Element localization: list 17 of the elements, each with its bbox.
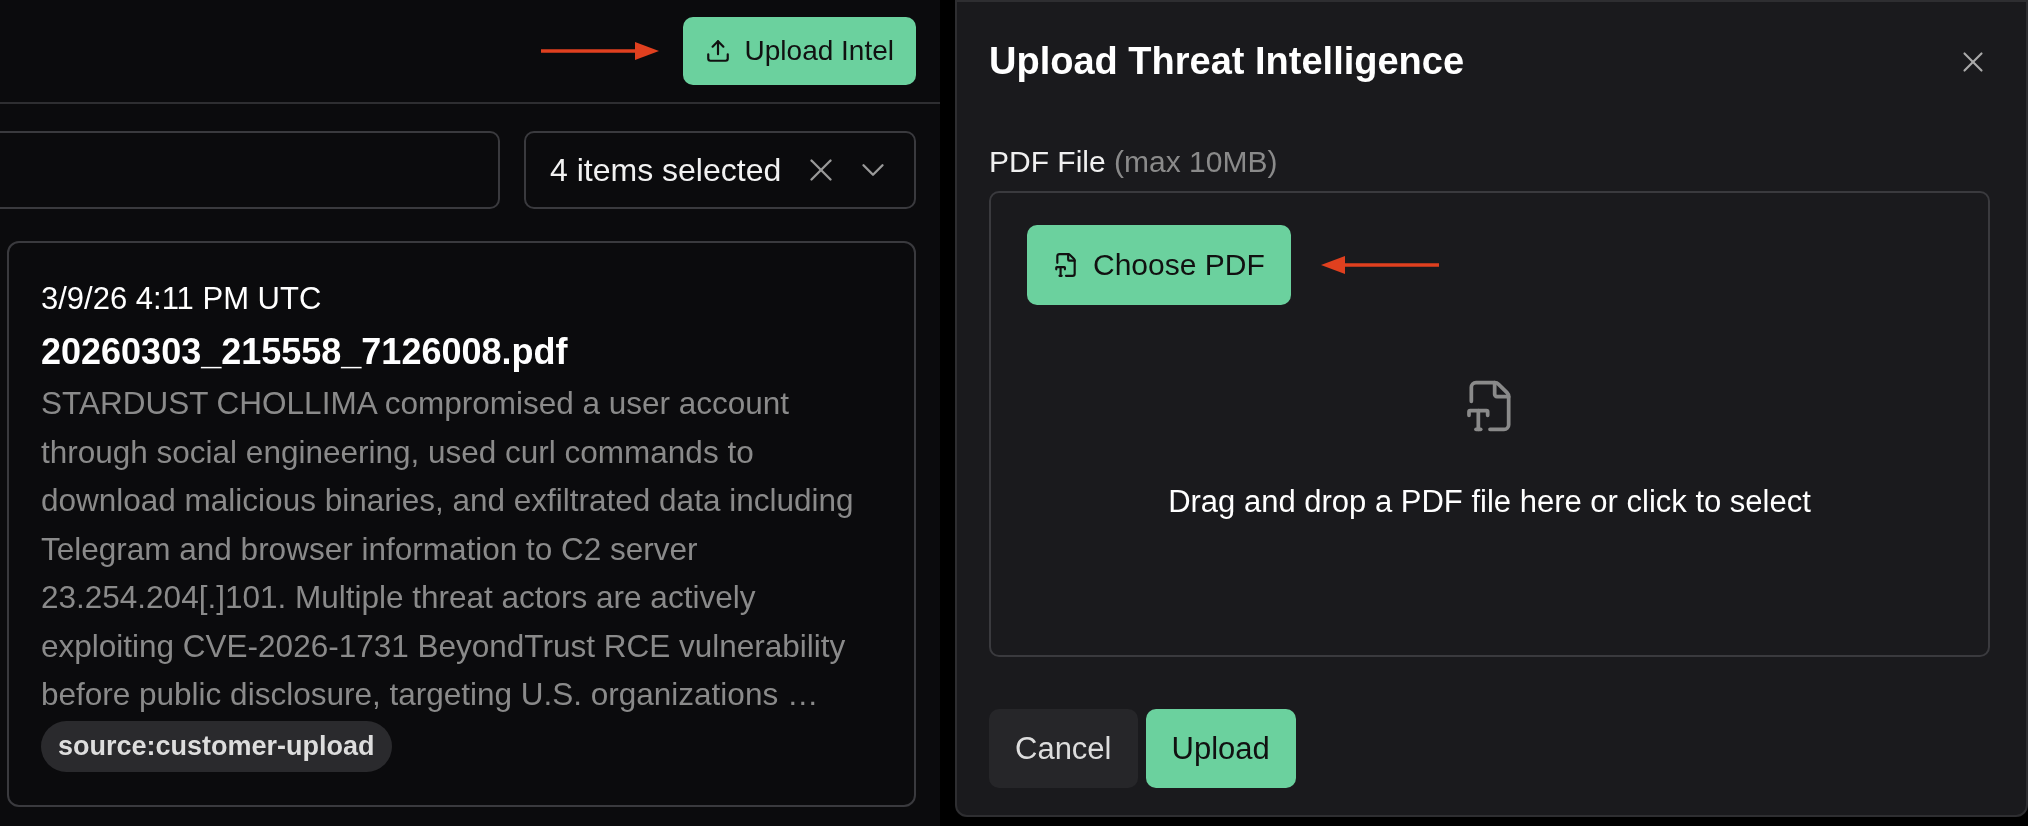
search-field[interactable] — [0, 131, 500, 209]
intel-card[interactable] — [7, 241, 916, 807]
select-value: 4 items selected — [550, 151, 783, 189]
summary-text: STARDUST CHOLLIMA compromised a user account through social engineering, used curl commands to download malicious binaries, and exfiltrated data including Telegram and browser information to C2 server 23.254.204[.]101. Multiple threat actors are actively exploiting CVE-2026-1731 BeyondTrust RCE vulnerability before public disclosure, targeting U.S. organizations … — [41, 384, 855, 714]
drop-hint: Drag and drop a PDF file here or click to select — [1168, 484, 1811, 520]
upload-intel-button[interactable]: Upload Intel — [682, 17, 916, 85]
cancel-button[interactable]: Cancel — [989, 709, 1138, 788]
dialog-title: Upload Threat Intelligence — [989, 40, 1465, 83]
filter-select[interactable]: 4 items selected — [524, 131, 916, 209]
field-label: PDF File (max 10MB) — [989, 145, 1279, 179]
upload-icon — [704, 38, 731, 64]
choose-pdf-button[interactable]: Choose PDF — [1027, 225, 1291, 305]
file-name: 20260303_215558_7126008.pdf — [41, 331, 569, 373]
upload-button[interactable]: Upload — [1145, 709, 1296, 788]
tag: source:customer-upload — [41, 720, 392, 772]
drop-zone[interactable]: Choose PDF Drag and drop a PDF file here or click to select — [989, 191, 1990, 657]
timestamp: 3/9/26 4:11 PM UTC — [41, 281, 323, 317]
